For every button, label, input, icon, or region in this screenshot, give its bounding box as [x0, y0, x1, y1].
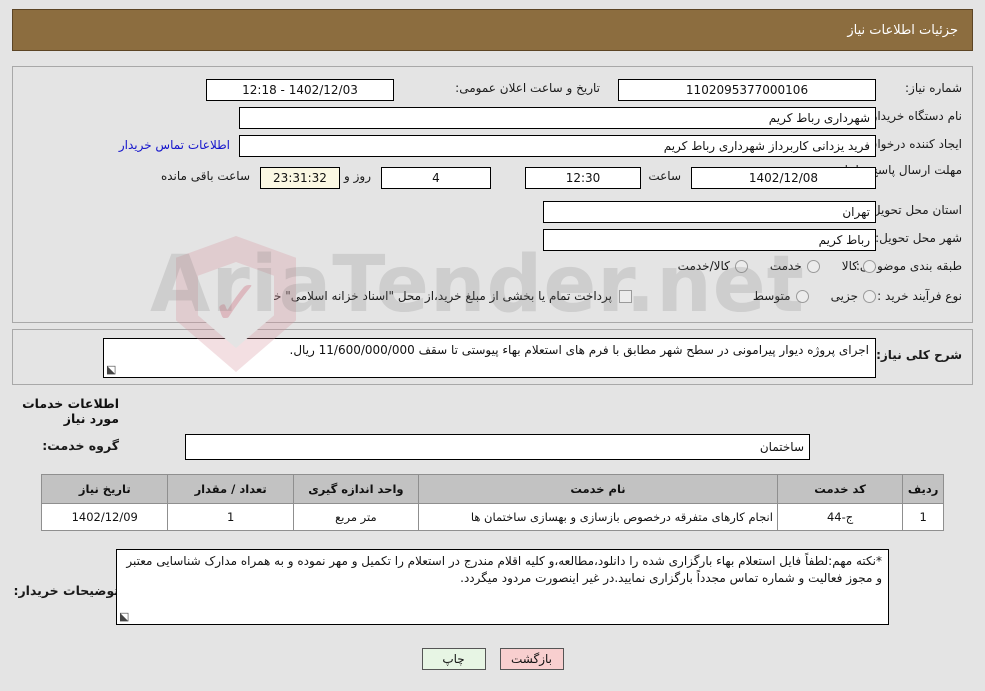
buyer-notes-text: *نکته مهم:لطفاً فایل استعلام بهاء بارگزا…: [126, 554, 882, 585]
resize-handle-icon[interactable]: ◪: [106, 363, 118, 376]
cell-need-date: 1402/12/09: [40, 503, 169, 531]
table-row[interactable]: 1 ج-44 انجام کارهای متفرقه درخصوص بازساز…: [40, 503, 944, 531]
announce-datetime-field[interactable]: 1402/12/03 - 12:18: [206, 79, 394, 101]
service-group-label: گروه خدمت:: [42, 438, 119, 453]
purchase-type-option-label-1: متوسط: [752, 289, 791, 303]
classification-option-khedmat[interactable]: خدمت: [770, 259, 820, 273]
need-info-panel: شماره نیاز: 1102095377000106 تاریخ و ساع…: [12, 66, 973, 323]
general-description-panel: شرح کلی نیاز: اجرای پروژه دیوار پیرامونی…: [12, 329, 973, 385]
print-button[interactable]: چاپ: [421, 648, 486, 670]
deadline-date-field[interactable]: 1402/12/08: [691, 167, 876, 189]
need-number-label: شماره نیاز:: [905, 81, 962, 95]
remaining-time-label: ساعت باقی مانده: [160, 169, 250, 183]
table-header-row: ردیف کد خدمت نام خدمت واحد اندازه گیری ت…: [40, 474, 944, 504]
need-number-field[interactable]: 1102095377000106: [618, 79, 876, 101]
city-label: شهر محل تحویل:: [875, 231, 962, 245]
purchase-type-radio-group: جزیی متوسط: [731, 285, 876, 307]
general-description-text: اجرای پروژه دیوار پیرامونی در سطح شهر مط…: [289, 343, 870, 357]
table-header-name: نام خدمت: [418, 474, 778, 504]
province-field[interactable]: تهران: [543, 201, 876, 223]
deadline-time-field[interactable]: 12:30: [525, 167, 641, 189]
purchase-type-option-motavasset[interactable]: متوسط: [753, 289, 809, 303]
back-button[interactable]: بازگشت: [499, 648, 564, 670]
footer-button-bar: بازگشت چاپ: [0, 648, 985, 670]
buyer-org-field[interactable]: شهرداری رباط کریم: [239, 107, 876, 129]
city-field[interactable]: رباط کریم: [543, 229, 876, 251]
purchase-type-option-jozee[interactable]: جزیی: [831, 289, 876, 303]
buyer-notes-textarea[interactable]: *نکته مهم:لطفاً فایل استعلام بهاء بارگزا…: [116, 549, 889, 625]
purchase-type-option-label-0: جزیی: [830, 289, 858, 303]
resize-handle-icon[interactable]: ◪: [119, 610, 131, 623]
cell-code: ج-44: [776, 503, 904, 531]
radio-icon[interactable]: [863, 259, 876, 273]
deadline-days-label: روز و: [344, 169, 371, 183]
table-header-date: تاریخ نیاز: [40, 474, 169, 504]
request-creator-field[interactable]: فرید یزدانی کاربرداز شهرداری رباط کریم: [239, 135, 876, 157]
deadline-time-label: ساعت: [648, 169, 681, 183]
classification-option-label-0: کالا: [841, 259, 858, 273]
services-table: ردیف کد خدمت نام خدمت واحد اندازه گیری ت…: [40, 474, 944, 531]
countdown-field: 23:31:32: [260, 167, 340, 189]
checkbox-icon[interactable]: [619, 289, 632, 303]
purchase-type-label: نوع فرآیند خرید :: [877, 289, 962, 303]
cell-unit: متر مربع: [292, 503, 420, 531]
table-header-quantity: تعداد / مقدار: [167, 474, 294, 504]
general-description-textarea[interactable]: اجرای پروژه دیوار پیرامونی در سطح شهر مط…: [103, 338, 876, 378]
radio-icon[interactable]: [795, 289, 809, 303]
page-title: جزئیات اطلاعات نیاز: [847, 22, 958, 38]
announce-datetime-label: تاریخ و ساعت اعلان عمومی:: [455, 81, 600, 95]
buyer-contact-link[interactable]: اطلاعات تماس خریدار: [119, 138, 230, 152]
classification-option-label-2: کالا/خدمت: [677, 259, 730, 273]
table-header-index: ردیف: [902, 474, 944, 504]
service-group-field[interactable]: ساختمان: [185, 434, 810, 460]
radio-icon[interactable]: [734, 259, 748, 273]
classification-option-kala[interactable]: کالا: [842, 259, 876, 273]
general-description-label: شرح کلی نیاز:: [876, 348, 962, 362]
deadline-days-field[interactable]: 4: [381, 167, 491, 189]
cell-name: انجام کارهای متفرقه درخصوص بازسازی و بهس…: [418, 503, 778, 531]
classification-radio-group: کالا خدمت کالا/خدمت: [656, 255, 876, 277]
services-section-title: اطلاعات خدمات مورد نیاز: [22, 396, 119, 426]
province-label: استان محل تحویل:: [867, 203, 962, 217]
radio-icon[interactable]: [806, 259, 820, 273]
classification-option-kala-khedmat[interactable]: کالا/خدمت: [678, 259, 748, 273]
classification-option-label-1: خدمت: [769, 259, 802, 273]
table-header-code: کد خدمت: [776, 474, 904, 504]
buyer-org-label: نام دستگاه خریدار:: [867, 109, 963, 123]
cell-quantity: 1: [167, 503, 294, 531]
cell-index: 1: [902, 503, 944, 531]
page-header-bar: جزئیات اطلاعات نیاز: [12, 9, 973, 51]
treasury-bond-checkbox-row[interactable]: پرداخت تمام یا بخشی از مبلغ خرید،از محل …: [229, 285, 632, 307]
treasury-bond-checkbox-label: پرداخت تمام یا بخشی از مبلغ خرید،از محل …: [229, 289, 612, 303]
buyer-notes-label: توضیحات خریدار:: [13, 583, 119, 598]
table-header-unit: واحد اندازه گیری: [292, 474, 420, 504]
radio-icon[interactable]: [863, 289, 876, 303]
